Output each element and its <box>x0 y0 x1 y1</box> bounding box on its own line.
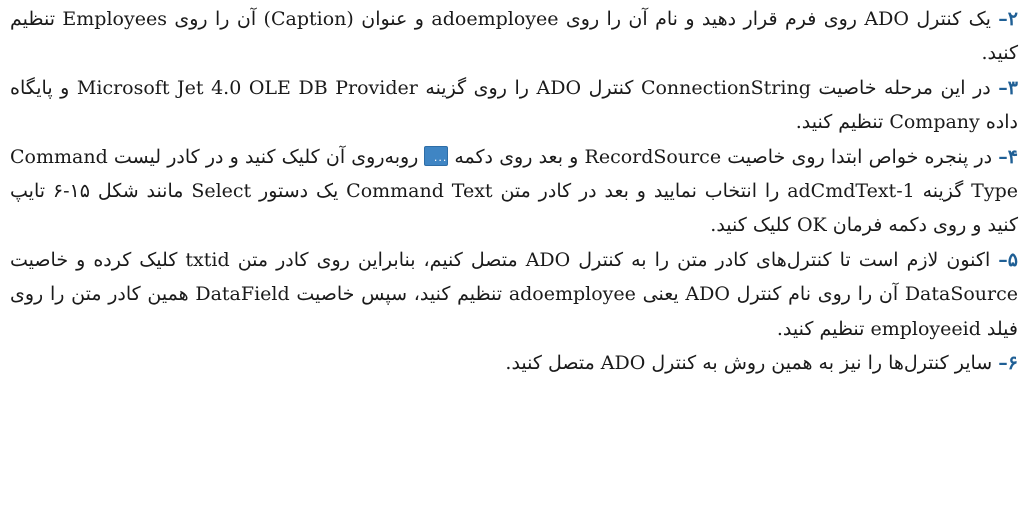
step-separator: – <box>998 76 1008 99</box>
step-text: در این مرحله خاصیت ConnectionString کنتر… <box>10 76 1018 134</box>
step-text: یک کنترل ADO روی فرم قرار دهید و نام آن … <box>10 8 1018 65</box>
step-number: ۲ <box>1007 8 1018 30</box>
ellipsis-button-icon: ... <box>424 145 449 166</box>
step-number: ۶ <box>1007 352 1018 375</box>
step-separator: – <box>998 8 1008 30</box>
step-number: ۵ <box>1007 248 1018 271</box>
document-page: ۲– یک کنترل ADO روی فرم قرار دهید و نام … <box>0 0 1028 519</box>
step-number: ۴ <box>1007 145 1018 168</box>
step-2: ۲– یک کنترل ADO روی فرم قرار دهید و نام … <box>10 2 1018 71</box>
step-separator: – <box>998 352 1008 375</box>
step-separator: – <box>998 248 1008 271</box>
step-number: ۳ <box>1007 76 1018 99</box>
step-text-before-button: در پنجره خواص ابتدا روی خاصیت RecordSour… <box>454 145 993 168</box>
step-text: اکنون لازم است تا کنترل‌های کادر متن را … <box>10 248 1019 340</box>
step-3: ۳– در این مرحله خاصیت ConnectionString ک… <box>10 71 1018 140</box>
step-4: ۴– در پنجره خواص ابتدا روی خاصیت RecordS… <box>10 140 1018 243</box>
step-separator: – <box>998 145 1008 168</box>
ellipsis-dots: ... <box>433 150 448 164</box>
step-text: سایر کنترل‌ها را نیز به همین روش به کنتر… <box>505 352 993 375</box>
step-6: ۶– سایر کنترل‌ها را نیز به همین روش به ک… <box>10 346 1018 380</box>
step-5: ۵– اکنون لازم است تا کنترل‌های کادر متن … <box>10 243 1018 346</box>
